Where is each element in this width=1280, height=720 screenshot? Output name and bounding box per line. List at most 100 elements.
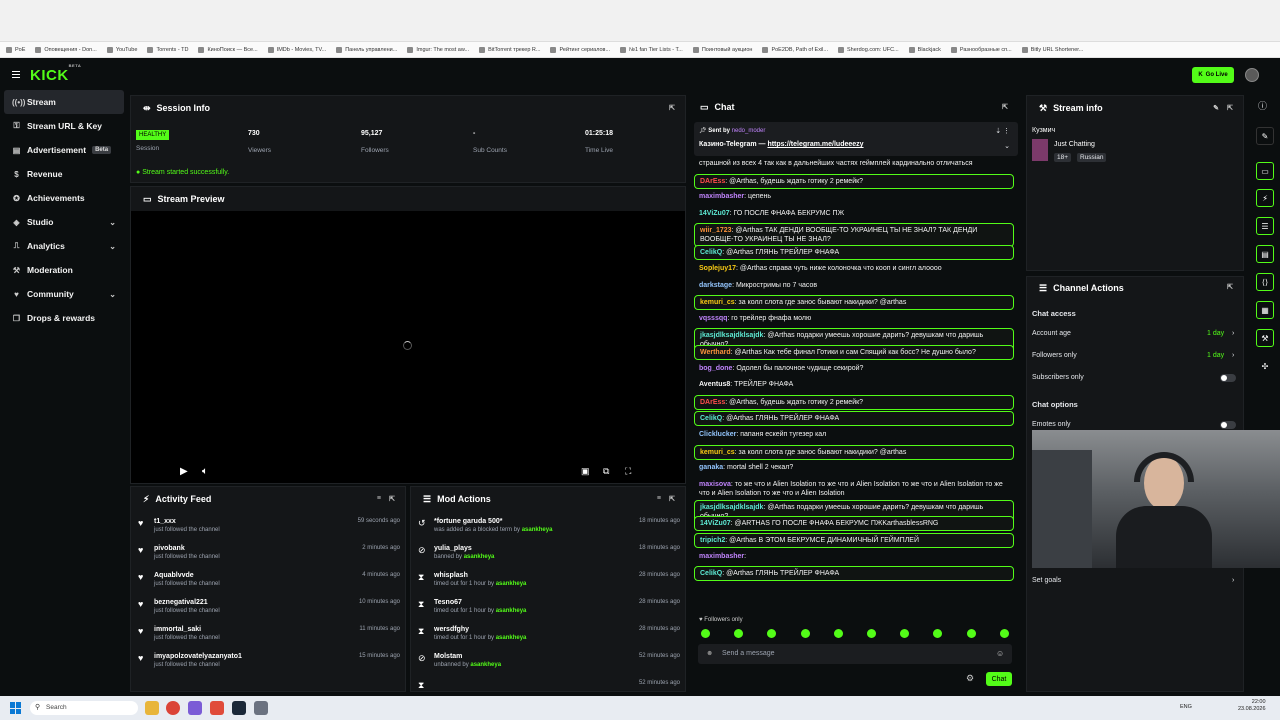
- bookmark-item[interactable]: Sherdog.com: UFC...: [838, 46, 899, 53]
- chat-message[interactable]: bog_done: Одолел бы палочное чудище секи…: [694, 362, 1014, 375]
- chrome-icon[interactable]: [166, 701, 180, 715]
- emote-icon[interactable]: [833, 629, 843, 638]
- bookmark-item[interactable]: YouTube: [106, 46, 137, 53]
- sidebar-item-analytics[interactable]: ⎍ Analytics ⌄: [0, 234, 128, 258]
- bookmark-item[interactable]: №1 fan Tier Lists - T...: [620, 46, 683, 53]
- app-icon[interactable]: [210, 701, 224, 715]
- sidebar-item-advertisement[interactable]: ▤ Advertisement Beta: [0, 138, 128, 162]
- popout-icon[interactable]: ⇱: [389, 495, 395, 503]
- chat-message[interactable]: ganaka: mortal shell 2 чекал?: [694, 461, 1014, 474]
- sidebar-item-moderation[interactable]: ⚒ Moderation: [0, 258, 128, 282]
- bookmark-item[interactable]: Рейтинг сериалов...: [550, 46, 610, 53]
- language-indicator[interactable]: ENG: [1180, 704, 1192, 710]
- kick-logo[interactable]: KICKBETA: [30, 63, 81, 84]
- pencil-icon[interactable]: ✎: [1256, 127, 1274, 145]
- popout-icon[interactable]: ⇱: [1227, 283, 1233, 291]
- go-live-button[interactable]: K Go Live: [1192, 67, 1234, 83]
- popout-icon[interactable]: ⇱: [1002, 103, 1008, 111]
- sidebar-item-studio[interactable]: ◈ Studio ⌄: [0, 210, 128, 234]
- emote-icon[interactable]: [999, 629, 1009, 638]
- popout-icon[interactable]: ⇱: [1227, 104, 1233, 112]
- chat-message[interactable]: tripich2: @Arthas В ЭТОМ БЕКРУМСЕ ДИНАМИ…: [694, 533, 1014, 548]
- filter-icon[interactable]: ≡: [657, 495, 661, 502]
- code-rail-icon[interactable]: ⟨⟩: [1256, 273, 1274, 291]
- emote-icon[interactable]: [701, 629, 710, 638]
- play-icon[interactable]: ▶: [180, 466, 188, 477]
- emoji-icon[interactable]: ☺: [996, 649, 1004, 658]
- app-icon[interactable]: [188, 701, 202, 715]
- add-rail-icon[interactable]: ✣: [1256, 357, 1274, 375]
- avatar[interactable]: [1245, 68, 1259, 82]
- bookmark-item[interactable]: КиноПоиск — Все...: [198, 46, 258, 53]
- bookmark-item[interactable]: Оповещения - Don...: [35, 46, 97, 53]
- wrench-rail-icon[interactable]: ⚒: [1256, 329, 1274, 347]
- theater-mode-icon[interactable]: ▣: [581, 466, 590, 477]
- pinned-link[interactable]: https://telegram.me/ludeeezy: [767, 141, 863, 148]
- bookmark-item[interactable]: PoE: [6, 46, 25, 53]
- bookmark-item[interactable]: IMDb - Movies, TV...: [267, 46, 326, 53]
- sidebar-item-stream[interactable]: ((•)) Stream: [4, 90, 124, 114]
- settings-icon[interactable]: [254, 701, 268, 715]
- sidebar-item-drops-rewards[interactable]: ❒ Drops & rewards: [0, 306, 128, 330]
- popout-icon[interactable]: ⇱: [669, 104, 675, 112]
- taskbar-search[interactable]: Search: [30, 701, 138, 715]
- bookmark-item[interactable]: Разнообразные сп...: [950, 46, 1012, 53]
- bookmark-item[interactable]: BitTorrent трекер R...: [479, 46, 540, 53]
- subscribers-only-toggle[interactable]: [1220, 374, 1236, 382]
- info-icon[interactable]: ⓘ: [1258, 99, 1267, 112]
- fullscreen-icon[interactable]: ⛶: [625, 466, 631, 477]
- unpin-icon[interactable]: ⇣ ⋮: [995, 127, 1010, 135]
- set-goals-row[interactable]: Set goals ›: [1032, 577, 1237, 584]
- chat-message[interactable]: Clicklucker: папаня ескейп тугезер кал: [694, 428, 1014, 441]
- chat-message[interactable]: kemuri_cs: за колл слота где занос бываю…: [694, 444, 1014, 460]
- filter-icon[interactable]: ≡: [377, 495, 381, 502]
- bookmark-item[interactable]: Blackjack: [908, 46, 941, 53]
- account-age-row[interactable]: Account age 1 day ›: [1032, 330, 1237, 337]
- chat-message[interactable]: vqsssqq: го трейлер фнафа молю: [694, 312, 1014, 325]
- followers-only-row[interactable]: Followers only 1 day ›: [1032, 352, 1237, 359]
- chat-message[interactable]: Soplejuy17: @Arthas справа чуть ниже кол…: [694, 262, 1014, 275]
- settings-gear-icon[interactable]: ⚙: [966, 673, 974, 684]
- chat-message[interactable]: CelikQ: @Arthas ГЛЯНЬ ТРЕЙЛЕР ФНАФА: [694, 566, 1014, 582]
- chat-message[interactable]: 14ViZu07: @ARTHAS ГО ПОСЛЕ ФНАФА БЕКРУМС…: [694, 516, 1014, 532]
- bookmark-item[interactable]: Bitly URL Shortener...: [1021, 46, 1083, 53]
- chat-message[interactable]: maximbasher:: [694, 550, 1014, 563]
- list-rail-icon[interactable]: ☰: [1256, 217, 1274, 235]
- chat-message[interactable]: страшной из всех 4 так как в дальнейших …: [694, 157, 1014, 170]
- emote-icon[interactable]: [800, 629, 810, 638]
- edit-icon[interactable]: ✎: [1213, 104, 1219, 112]
- sidebar-item-revenue[interactable]: $ Revenue: [0, 162, 128, 186]
- chat-message[interactable]: CelikQ: @Arthas ГЛЯНЬ ТРЕЙЛЕР ФНАФА: [694, 245, 1014, 261]
- chat-message[interactable]: darkstage: Микростримы по 7 часов: [694, 279, 1014, 292]
- send-chat-button[interactable]: Chat: [986, 672, 1012, 686]
- emotes-only-toggle[interactable]: [1220, 421, 1236, 429]
- windows-start-icon[interactable]: [10, 702, 22, 714]
- sidebar-item-achievements[interactable]: ✪ Achievements: [0, 186, 128, 210]
- chat-message[interactable]: Aventus8: ТРЕЙЛЕР ФНАФА: [694, 378, 1014, 391]
- volume-icon[interactable]: 🔈︎: [202, 466, 208, 477]
- menu-icon[interactable]: [12, 71, 20, 78]
- bolt-rail-icon[interactable]: ⚡︎: [1256, 189, 1274, 207]
- collapse-icon[interactable]: ⌄: [1004, 142, 1010, 150]
- chat-message[interactable]: Werthard: @Arthas Как тебе финал Готики …: [694, 345, 1014, 360]
- chat-message[interactable]: kemuri_cs: за колл слота где занос бываю…: [694, 295, 1014, 311]
- taskbar-clock[interactable]: 22:00 23.08.2026: [1238, 699, 1266, 713]
- bookmark-item[interactable]: Поинтовый аукцион: [692, 46, 752, 53]
- chat-message[interactable]: maximbasher: цепень: [694, 190, 1014, 203]
- pip-icon[interactable]: ⧉: [603, 466, 609, 477]
- chat-message[interactable]: DArEss: @Arthas, будешь ждать готику 2 р…: [694, 394, 1014, 410]
- bookmark-item[interactable]: Torrents - TD: [147, 46, 188, 53]
- bookmark-item[interactable]: Панель управлени...: [336, 46, 397, 53]
- popout-icon[interactable]: ⇱: [669, 495, 675, 503]
- bookmark-item[interactable]: Imgur: The most aw...: [407, 46, 469, 53]
- chat-input[interactable]: Send a message: [698, 644, 1012, 664]
- steam-icon[interactable]: [232, 701, 246, 715]
- stack-rail-icon[interactable]: ▦: [1256, 301, 1274, 319]
- sidebar-item-stream-url-key[interactable]: ⚿ Stream URL & Key: [0, 114, 128, 138]
- emote-icon[interactable]: [867, 629, 876, 638]
- bookmark-item[interactable]: PoE2DB, Path of Exil...: [762, 46, 828, 53]
- chat-message[interactable]: CelikQ: @Arthas ГЛЯНЬ ТРЕЙЛЕР ФНАФА: [694, 411, 1014, 427]
- chat-message[interactable]: 14ViZu07: ГО ПОСЛЕ ФНАФА БЕКРУМС ПЖ: [694, 207, 1014, 220]
- emote-icon[interactable]: [966, 629, 976, 638]
- chat-rail-icon[interactable]: ▭: [1256, 162, 1274, 180]
